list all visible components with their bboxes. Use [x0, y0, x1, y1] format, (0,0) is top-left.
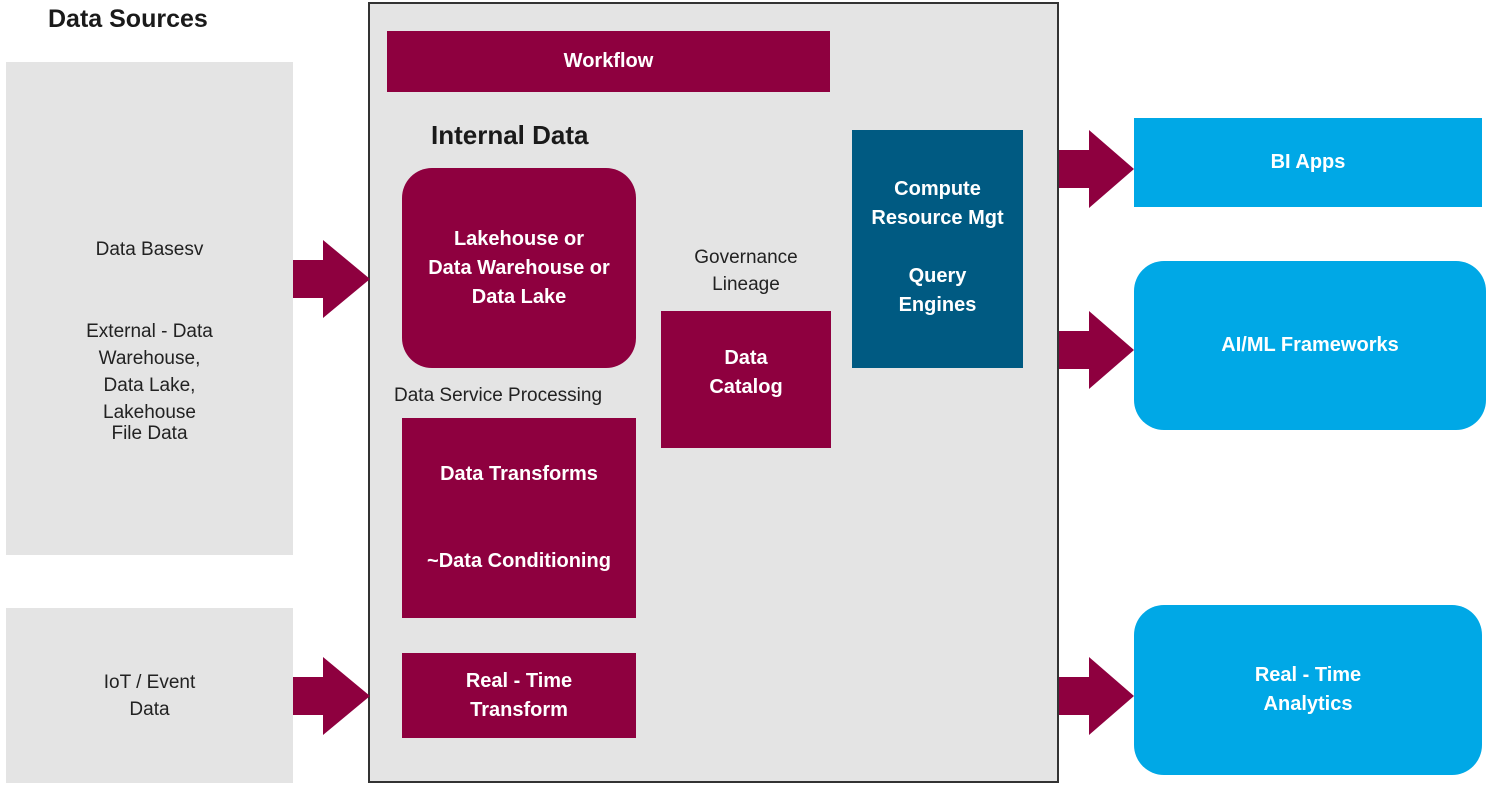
right-arrow-icon [1059, 130, 1134, 208]
data-sources-title: Data Sources [48, 5, 208, 33]
right-arrow-icon [1059, 657, 1134, 735]
realtime-analytics-box: Real - Time Analytics [1134, 605, 1482, 775]
aiml-frameworks-box: AI/ML Frameworks [1134, 261, 1486, 430]
right-arrow-icon [293, 240, 370, 318]
bi-apps-box: BI Apps [1134, 118, 1482, 207]
source-databases: Data Basesv [95, 239, 204, 260]
workflow-box: Workflow [387, 31, 830, 92]
query-engines-label: Query Engines [898, 265, 977, 316]
right-arrow-icon [1059, 311, 1134, 389]
right-arrow-icon [293, 657, 370, 735]
realtime-transform-box: Real - Time Transform [402, 653, 636, 738]
batch-sources-panel: Data Basesv External - Data Warehouse, D… [6, 62, 293, 555]
compute-query-box: Compute Resource Mgt Query Engines [852, 130, 1023, 368]
data-service-processing-label: Data Service Processing [394, 385, 603, 406]
realtime-transform-label: Real - Time Transform [465, 669, 573, 721]
data-transforms-box: Data Transforms ~Data Conditioning [402, 418, 636, 618]
storage-label: Lakehouse or Data Warehouse or Data Lake [428, 227, 610, 308]
iot-sources-panel: IoT / Event Data [6, 608, 293, 783]
source-file-data: File Data [111, 423, 188, 444]
data-catalog-label: Data Catalog [709, 346, 783, 398]
bi-apps-label: BI Apps [1270, 151, 1346, 173]
compute-resource-label: Compute Resource Mgt [871, 178, 1004, 229]
storage-box: Lakehouse or Data Warehouse or Data Lake [402, 168, 636, 368]
data-catalog-box: Data Catalog [661, 311, 831, 448]
source-iot-event: IoT / Event Data [103, 671, 196, 720]
data-transforms-label: Data Transforms [440, 463, 598, 485]
aiml-frameworks-label: AI/ML Frameworks [1221, 334, 1399, 356]
workflow-label: Workflow [563, 50, 654, 72]
internal-data-title: Internal Data [431, 120, 589, 150]
realtime-analytics-label: Real - Time Analytics [1254, 664, 1362, 715]
data-conditioning-label: ~Data Conditioning [427, 550, 611, 572]
governance-lineage-label: Governance Lineage [694, 247, 798, 295]
source-external: External - Data Warehouse, Data Lake, La… [86, 321, 213, 423]
